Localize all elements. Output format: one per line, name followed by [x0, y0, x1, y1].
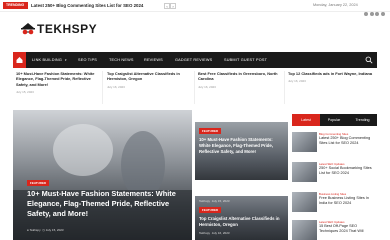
author-name[interactable]: Tekhspy	[199, 199, 210, 203]
hero-side-title[interactable]: Top Craigslist Alternative Classifieds i…	[199, 216, 285, 228]
author-name[interactable]: Tekhspy	[30, 228, 41, 232]
news-card[interactable]: Top Craigslist Alternative Classifieds i…	[107, 71, 195, 104]
top-bar: TRENDING Latest 250+ Blog Commenting Sit…	[0, 0, 390, 16]
spy-logo-icon[interactable]	[20, 22, 36, 36]
tab-popular[interactable]: Popular	[320, 114, 348, 126]
post-title[interactable]: Latest 250+ Blog Commenting Sites List f…	[319, 136, 377, 146]
post-date: July 16, 2023	[211, 231, 230, 235]
news-title[interactable]: Top Craigslist Alternative Classifieds i…	[107, 71, 194, 82]
next-arrow-icon[interactable]: ›	[170, 3, 176, 9]
tab-trending[interactable]: Trending	[348, 114, 377, 126]
sidebar-widget: Latest Popular Trending Blog Commenting …	[292, 114, 377, 240]
tab-latest[interactable]: Latest	[292, 114, 320, 126]
hero-side-card[interactable]: FEATURED 10+ Must-Have Fashion Statement…	[195, 122, 288, 180]
nav-submit-guest-post[interactable]: SUBMIT GUEST POST	[224, 52, 267, 68]
chevron-down-icon: ▾	[65, 58, 67, 62]
post-date: July 15, 2023	[211, 199, 230, 203]
sidebar-post[interactable]: Blog Commenting Sites Latest 250+ Blog C…	[292, 132, 377, 152]
main-nav: LINK BUILDING ▾ SEO TIPS TECH NEWS REVIE…	[13, 52, 377, 68]
hero-main-card[interactable]: FEATURED 10+ Must-Have Fashion Statement…	[13, 110, 192, 240]
news-card[interactable]: 10+ Must-Have Fashion Statements: White …	[16, 71, 103, 104]
post-date: July 15, 2023	[45, 228, 64, 232]
author-name[interactable]: Tekhspy	[199, 231, 210, 235]
ticker-arrows: ‹ ›	[164, 3, 177, 9]
current-date: Monday, January 22, 2024	[313, 3, 358, 7]
hero-side-title[interactable]: 10+ Must-Have Fashion Statements: White …	[199, 137, 285, 155]
news-date: July 16, 2023	[288, 79, 306, 84]
news-date: July 16, 2023	[107, 84, 125, 89]
hero-title[interactable]: 10+ Must-Have Fashion Statements: White …	[27, 189, 182, 218]
tab-label: Popular	[327, 118, 341, 122]
news-date: July 15, 2023	[16, 89, 34, 94]
post-thumbnail[interactable]	[292, 192, 317, 212]
post-title[interactable]: 15 Best Off-Page SEO Techniques 2024 Tha…	[319, 224, 377, 234]
nav-tech-news[interactable]: TECH NEWS	[109, 52, 134, 68]
ticker-headline[interactable]: Latest 250+ Blog Commenting Sites List f…	[31, 2, 143, 9]
hero-image	[13, 124, 192, 240]
news-card[interactable]: Best Free Classifieds in Greensboro, Nor…	[198, 71, 285, 104]
category-badge[interactable]: FEATURED	[199, 207, 222, 213]
news-date: July 16, 2023	[198, 84, 216, 89]
nav-gadget-reviews[interactable]: GADGET REVIEWS	[175, 52, 212, 68]
news-title[interactable]: Top 12 Classifieds ads in Fort Wayne, In…	[288, 71, 375, 76]
home-button[interactable]	[13, 52, 26, 68]
author-icon: ●	[27, 228, 29, 232]
header: TEKHSPY	[0, 12, 390, 52]
news-card[interactable]: Top 12 Classifieds ads in Fort Wayne, In…	[288, 71, 375, 104]
post-title[interactable]: 250+ Social Bookmarking Sites List for S…	[319, 166, 377, 176]
hero-meta: ● Tekhspy ◷ July 15, 2023	[27, 228, 64, 232]
social-links	[364, 3, 390, 16]
sidebar-post[interactable]: Latest SEO Updates 15 Best Off-Page SEO …	[292, 220, 377, 240]
post-thumbnail[interactable]	[292, 220, 317, 240]
post-thumbnail[interactable]	[292, 132, 317, 152]
news-title[interactable]: Best Free Classifieds in Greensboro, Nor…	[198, 71, 284, 82]
post-thumbnail[interactable]	[292, 162, 317, 182]
hero-side-card[interactable]: Tekhspy July 15, 2023 FEATURED Top Craig…	[195, 196, 288, 240]
home-icon	[16, 57, 23, 63]
news-title[interactable]: 10+ Must-Have Fashion Statements: White …	[16, 71, 102, 87]
category-badge[interactable]: FEATURED	[27, 180, 50, 186]
tab-label: Latest	[301, 118, 311, 122]
category-badge[interactable]: FEATURED	[199, 128, 222, 134]
trending-badge: TRENDING	[3, 2, 28, 9]
hero-meta: Tekhspy July 15, 2023	[199, 199, 230, 203]
site-logo-text[interactable]: TEKHSPY	[37, 22, 97, 36]
nav-link-building[interactable]: LINK BUILDING	[32, 52, 62, 68]
search-icon[interactable]	[365, 56, 373, 64]
sidebar-tabs: Latest Popular Trending	[292, 114, 377, 126]
post-title[interactable]: Free Business Listing Sites In India for…	[319, 196, 377, 206]
nav-reviews[interactable]: REVIEWS	[144, 52, 163, 68]
nav-seo-tips[interactable]: SEO TIPS	[78, 52, 97, 68]
clock-icon: ◷	[42, 228, 45, 232]
sidebar-post[interactable]: Business Listing Sites Free Business Lis…	[292, 192, 377, 212]
tab-label: Trending	[355, 118, 370, 122]
hero-meta: Tekhspy July 16, 2023	[199, 231, 230, 235]
latest-news-row: 10+ Must-Have Fashion Statements: White …	[13, 71, 377, 104]
sidebar-post[interactable]: Latest SEO Updates 250+ Social Bookmarki…	[292, 162, 377, 182]
